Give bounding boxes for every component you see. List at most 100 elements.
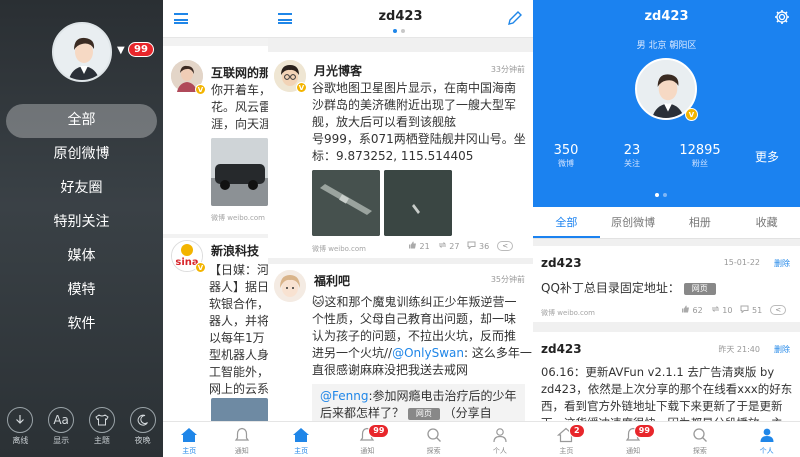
menu-item-all[interactable]: 全部 (6, 104, 157, 138)
tab-home[interactable]: 主页 (163, 422, 216, 457)
delete-button[interactable]: 删除 (774, 258, 790, 269)
delete-button[interactable]: 删除 (774, 344, 790, 355)
menu-item-software[interactable]: 软件 (6, 308, 157, 342)
tab-notifications[interactable]: 99 通知 (334, 422, 400, 457)
post-line: 西，看到官方外链地址下载下来更新了于是更新 (541, 399, 783, 413)
stat-following[interactable]: 23 关注 (607, 143, 657, 169)
source-label: 微博 weibo.com (541, 309, 595, 317)
tab-home[interactable]: 主页 (268, 422, 334, 457)
user-name[interactable]: 互联网的那 (211, 64, 268, 81)
post-line: 网上的云系 (209, 382, 268, 396)
tab-explore[interactable]: 探索 (667, 422, 734, 457)
shirt-icon (88, 407, 115, 433)
user-name[interactable]: 月光博客 (314, 62, 362, 79)
list-item[interactable]: 福利吧 35分钟前 🐱这和那个魔鬼训练纠正少年叛逆营一 个性质，父母自己教育出问… (268, 264, 533, 424)
offline-button[interactable]: 离线 (2, 407, 38, 457)
web-link-pill[interactable]: 网页 (407, 407, 440, 420)
verified-icon: V (296, 82, 307, 93)
quote-line-text: 后来都怎样了？ (320, 406, 405, 420)
tab-original[interactable]: 原创微博 (600, 207, 667, 238)
stat-followers[interactable]: 12895 粉丝 (675, 143, 725, 169)
tab-profile[interactable]: 个人 (467, 422, 533, 457)
side-menu-toolbar: 离线 Aa 显示 主题 夜晚 (0, 407, 163, 457)
list-item[interactable]: zd423 15-01-22 删除 QQ补丁总目录固定地址： 网页 微博 wei… (533, 246, 800, 322)
menu-item-original[interactable]: 原创微博 (6, 138, 157, 172)
mention-link[interactable]: @Fenng (320, 389, 368, 403)
post-line: 软银合作， (209, 297, 268, 311)
home-icon (181, 428, 198, 442)
post-line: 以每年1万 (209, 331, 265, 345)
tab-profile[interactable]: 个人 (733, 422, 800, 457)
post-line-text: : 这么多年一 (463, 346, 532, 360)
user-name[interactable]: zd423 (541, 256, 582, 270)
menu-item-friends[interactable]: 好友圈 (6, 172, 157, 206)
offline-label: 离线 (12, 436, 29, 445)
list-item[interactable]: zd423 昨天 21:40 删除 06.16：更新AVFun v2.1.1 去… (533, 332, 800, 430)
tab-favorites[interactable]: 收藏 (733, 207, 800, 238)
timestamp: 15-01-22 (723, 258, 760, 267)
compose-icon[interactable] (507, 10, 523, 26)
tab-home[interactable]: 2 主页 (533, 422, 600, 457)
night-button[interactable]: 夜晚 (125, 407, 161, 457)
account-dropdown-icon[interactable]: ▼ (117, 45, 125, 56)
emoji-icon: 🐱 (312, 295, 325, 309)
post-line: 涯，向天涯 (211, 117, 268, 131)
theme-button[interactable]: 主题 (84, 407, 120, 457)
repost-button[interactable]: 27 (438, 241, 459, 251)
comment-button[interactable]: 36 (467, 241, 489, 251)
source-label: 微博 weibo.com (312, 245, 366, 253)
user-name[interactable]: zd423 (541, 342, 582, 356)
like-button[interactable]: 62 (681, 305, 703, 315)
avatar[interactable] (52, 22, 112, 82)
post-line: 器人】据日 (209, 280, 268, 294)
tab-album[interactable]: 相册 (667, 207, 734, 238)
user-name[interactable]: 新浪科技 (211, 242, 259, 259)
post-line: 直很感谢麻麻没把我送去戒网 (312, 363, 469, 377)
more-button[interactable]: 更多 (755, 148, 779, 165)
verified-icon: V (195, 262, 206, 273)
post-image[interactable] (211, 138, 268, 206)
tab-all[interactable]: 全部 (533, 207, 600, 238)
post-line: 【日媒：河 (209, 263, 268, 277)
comment-icon (740, 305, 749, 314)
post-line: 舰，放大后可以看到该舰舷 (312, 115, 457, 129)
collapse-icon[interactable]: < (497, 241, 514, 251)
feed-panel-partial: V 互联网的那 你开着车， 花。风云雷 涯，向天涯 微博 weibo.com s… (163, 0, 268, 457)
avatar[interactable] (274, 270, 306, 302)
like-button[interactable]: 21 (408, 241, 430, 251)
post-image[interactable] (312, 170, 380, 236)
web-link-pill[interactable]: 网页 (683, 282, 716, 295)
gear-icon[interactable] (774, 9, 790, 25)
notification-badge: 99 (368, 424, 390, 438)
menu-item-models[interactable]: 模特 (6, 274, 157, 308)
quote-line: @Fenng:参加网瘾电击治疗后的少年 (320, 388, 517, 405)
tab-explore[interactable]: 探索 (401, 422, 467, 457)
post-line: 🐱这和那个魔鬼训练纠正少年叛逆营一 (312, 294, 532, 311)
timestamp: 昨天 21:40 (718, 345, 760, 354)
post-line: 沙群岛的美济礁附近出现了一艘大型军 (312, 98, 517, 112)
collapse-icon[interactable]: < (770, 305, 787, 315)
menu-item-special[interactable]: 特别关注 (6, 206, 157, 240)
post-line-text: QQ补丁总目录固定地址： (541, 281, 680, 295)
quoted-post[interactable]: @Fenng:参加网瘾电击治疗后的少年 后来都怎样了？ 网页 （分享自 (312, 384, 525, 424)
repost-icon (711, 306, 719, 312)
stat-posts[interactable]: 350 微博 (541, 143, 591, 169)
repost-button[interactable]: 10 (711, 305, 732, 315)
list-item[interactable]: sina V 新浪科技 【日媒：河 器人】据日 软银合作， 器人，并将 以每年1… (163, 238, 268, 438)
profile-header: zd423 男 北京 朝阳区 V 350 微博 23 关注 12895 粉丝 更… (533, 0, 800, 207)
bell-icon (234, 427, 249, 441)
display-button[interactable]: Aa 显示 (43, 407, 79, 457)
tab-notifications[interactable]: 通知 (216, 422, 269, 457)
menu-item-media[interactable]: 媒体 (6, 240, 157, 274)
tab-notifications[interactable]: 99 通知 (600, 422, 667, 457)
menu-icon[interactable] (174, 13, 188, 24)
list-item[interactable]: V 月光博客 33分钟前 谷歌地图卫星图片显示，在南中国海南 沙群岛的美济礁附近… (268, 52, 533, 258)
post-image[interactable] (384, 170, 452, 236)
tab-label: 主页 (559, 447, 574, 455)
mention-link[interactable]: @OnlySwan (392, 346, 464, 360)
post-line: 号999，系071两栖登陆舰井冈山号。坐 (312, 132, 526, 146)
list-item[interactable]: V 互联网的那 你开着车， 花。风云雷 涯，向天涯 微博 weibo.com (163, 46, 268, 234)
comment-count: 36 (479, 242, 490, 251)
comment-button[interactable]: 51 (740, 305, 762, 315)
user-name[interactable]: 福利吧 (314, 272, 350, 289)
